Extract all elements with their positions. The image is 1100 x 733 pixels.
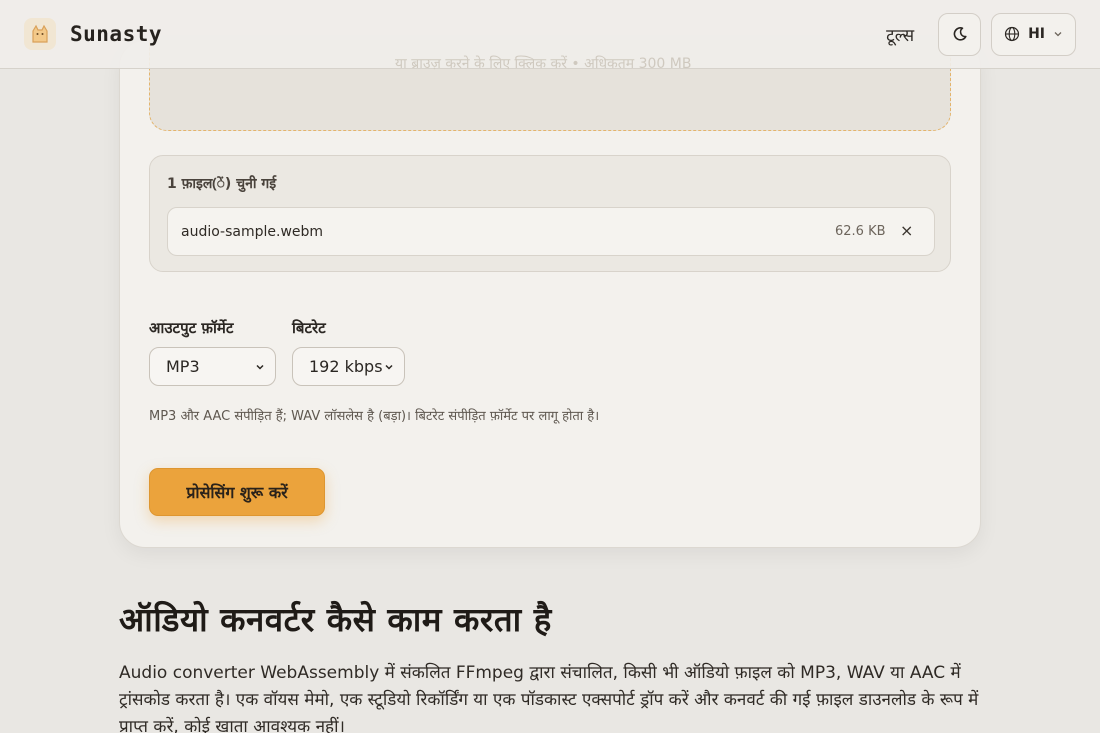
file-item: audio-sample.webm 62.6 KB × — [167, 207, 935, 256]
remove-file-button[interactable]: × — [900, 221, 913, 240]
globe-icon — [1004, 26, 1020, 42]
theme-toggle-button[interactable] — [938, 12, 982, 56]
section-title: ऑडियो कनवर्टर कैसे काम करता है — [119, 600, 552, 639]
file-name: audio-sample.webm — [181, 224, 324, 240]
output-format-label: आउटपुट फ़ॉर्मेट — [149, 319, 234, 337]
language-label: HI — [1028, 26, 1045, 42]
section-description: Audio converter WebAssembly में संकलित F… — [119, 663, 979, 733]
bitrate-select[interactable]: 192 kbps — [292, 347, 405, 386]
brand[interactable]: Sunasty — [24, 18, 162, 50]
nav-tools-link[interactable]: टूल्स — [886, 23, 914, 46]
start-processing-button[interactable]: प्रोसेसिंग शुरू करें — [149, 468, 325, 516]
language-select[interactable]: HI — [991, 12, 1076, 56]
nav-actions: टूल्स HI — [886, 12, 1076, 56]
output-format-value: MP3 — [166, 357, 200, 376]
moon-icon — [953, 27, 967, 41]
selected-files-title: 1 फ़ाइल(ें) चुनी गई — [167, 176, 277, 192]
chevron-down-icon — [256, 364, 264, 370]
selected-files-panel: 1 फ़ाइल(ें) चुनी गई audio-sample.webm 62… — [149, 155, 951, 272]
format-hint: MP3 और AAC संपीड़ित हैं; WAV लॉसलेस है (… — [149, 409, 600, 424]
output-format-select[interactable]: MP3 — [149, 347, 276, 386]
chevron-down-icon — [385, 364, 393, 370]
file-size: 62.6 KB — [835, 224, 886, 239]
bitrate-label: बिटरेट — [292, 319, 326, 337]
upload-hint: या ब्राउज़ करने के लिए क्लिक करें • अधिक… — [395, 56, 692, 72]
chevron-down-icon — [1054, 32, 1062, 37]
bitrate-value: 192 kbps — [309, 357, 383, 376]
brand-name: Sunasty — [70, 22, 163, 46]
cat-logo-icon — [24, 18, 56, 50]
